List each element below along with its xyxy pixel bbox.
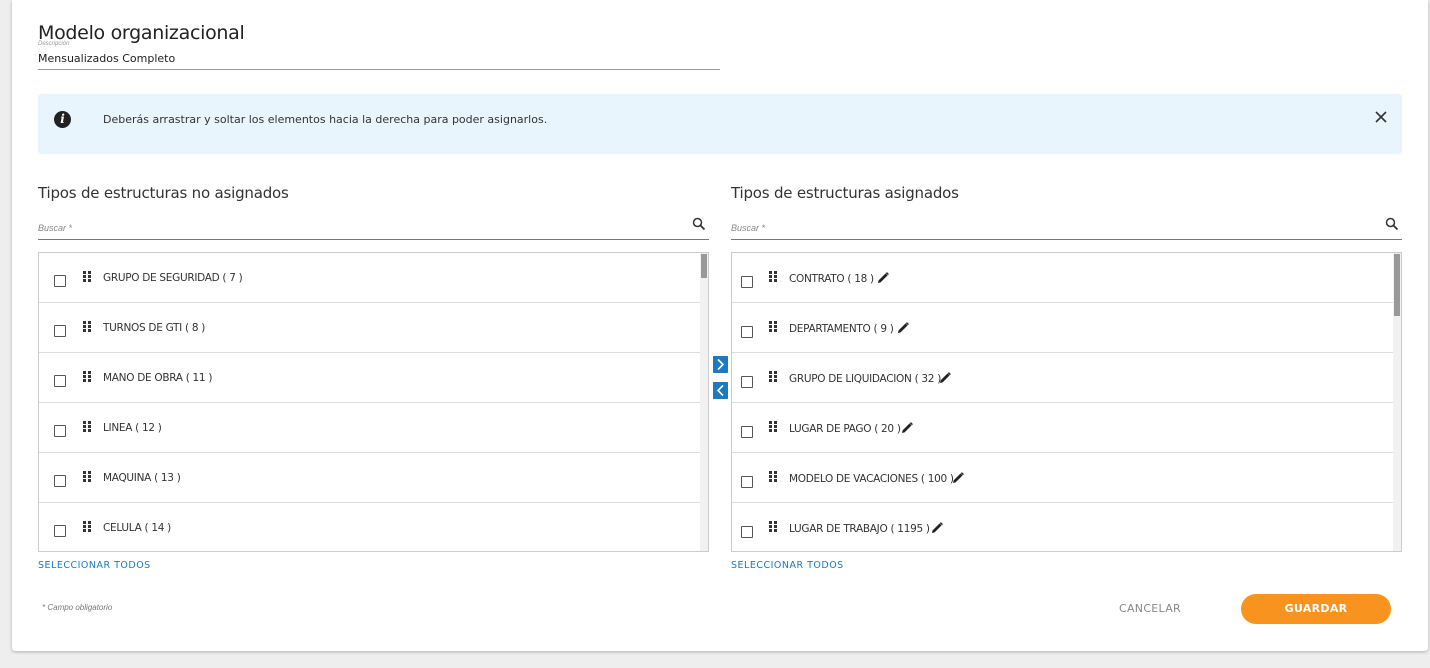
assigned-list[interactable]: CONTRATO ( 18 ) DEPARTAMENTO ( 9 ) GRUPO… [731,252,1402,552]
close-icon[interactable] [1372,108,1390,126]
item-checkbox[interactable] [54,475,66,487]
alert-message: Deberás arrastrar y soltar los elementos… [103,113,548,126]
list-item[interactable]: CELULA ( 14 ) [39,503,701,551]
item-label: GRUPO DE LIQUIDACION ( 32 ) [789,373,942,385]
drag-handle-icon[interactable] [83,371,91,382]
pencil-icon[interactable] [938,371,952,385]
list-item[interactable]: MODELO DE VACACIONES ( 100 ) [732,453,1394,503]
description-underline [38,69,720,70]
drag-handle-icon[interactable] [769,421,777,432]
item-label: TURNOS DE GTI ( 8 ) [103,322,206,334]
item-checkbox[interactable] [54,325,66,337]
unassigned-search-input[interactable]: Buscar * [38,223,72,233]
description-label: Descripción [38,41,70,47]
item-label: LUGAR DE TRABAJO ( 1195 ) [789,523,930,535]
pencil-icon[interactable] [876,271,890,285]
drag-handle-icon[interactable] [769,271,777,282]
scrollbar-thumb[interactable] [701,254,707,278]
drag-handle-icon[interactable] [83,521,91,532]
list-item[interactable]: GRUPO DE LIQUIDACION ( 32 ) [732,353,1394,403]
list-item[interactable]: LUGAR DE TRABAJO ( 1195 ) [732,503,1394,551]
list-item[interactable]: LUGAR DE PAGO ( 20 ) [732,403,1394,453]
scrollbar[interactable] [1393,253,1401,551]
drag-handle-icon[interactable] [769,471,777,482]
unassigned-title: Tipos de estructuras no asignados [38,184,289,202]
move-right-button[interactable] [713,356,728,373]
description-field[interactable]: Mensualizados Completo [38,52,175,65]
item-checkbox[interactable] [54,425,66,437]
cancel-button[interactable]: CANCELAR [1110,602,1190,615]
item-label: LUGAR DE PAGO ( 20 ) [789,423,901,435]
pencil-icon[interactable] [951,471,965,485]
item-checkbox[interactable] [741,326,753,338]
item-label: LINEA ( 12 ) [103,422,162,434]
assigned-title: Tipos de estructuras asignados [731,184,959,202]
list-item[interactable]: DEPARTAMENTO ( 9 ) [732,303,1394,353]
item-label: MODELO DE VACACIONES ( 100 ) [789,473,954,485]
item-checkbox[interactable] [741,376,753,388]
unassigned-search-underline [38,239,709,240]
item-checkbox[interactable] [741,476,753,488]
search-icon[interactable] [1385,217,1399,231]
search-icon[interactable] [692,217,706,231]
required-note: * Campo obligatorio [42,603,113,612]
item-label: MAQUINA ( 13 ) [103,472,181,484]
save-button[interactable]: GUARDAR [1241,594,1391,624]
select-all-assigned-link[interactable]: SELECCIONAR TODOS [731,560,844,571]
info-alert: i Deberás arrastrar y soltar los element… [38,94,1402,154]
list-item[interactable]: GRUPO DE SEGURIDAD ( 7 ) [39,253,701,303]
item-checkbox[interactable] [54,525,66,537]
list-item[interactable]: MAQUINA ( 13 ) [39,453,701,503]
assigned-search-underline [731,239,1402,240]
unassigned-list[interactable]: GRUPO DE SEGURIDAD ( 7 ) TURNOS DE GTI (… [38,252,709,552]
item-checkbox[interactable] [54,275,66,287]
move-left-button[interactable] [713,382,728,399]
item-checkbox[interactable] [54,375,66,387]
item-checkbox[interactable] [741,426,753,438]
item-checkbox[interactable] [741,526,753,538]
scrollbar[interactable] [700,253,708,551]
drag-handle-icon[interactable] [83,471,91,482]
pencil-icon[interactable] [896,321,910,335]
drag-handle-icon[interactable] [83,271,91,282]
pencil-icon[interactable] [900,421,914,435]
item-label: GRUPO DE SEGURIDAD ( 7 ) [103,272,243,284]
drag-handle-icon[interactable] [83,421,91,432]
list-item[interactable]: MANO DE OBRA ( 11 ) [39,353,701,403]
info-icon: i [54,111,71,128]
item-checkbox[interactable] [741,276,753,288]
drag-handle-icon[interactable] [83,321,91,332]
item-label: CELULA ( 14 ) [103,522,171,534]
drag-handle-icon[interactable] [769,371,777,382]
select-all-unassigned-link[interactable]: SELECCIONAR TODOS [38,560,151,571]
item-label: DEPARTAMENTO ( 9 ) [789,323,894,335]
scrollbar-thumb[interactable] [1394,254,1400,316]
list-item[interactable]: TURNOS DE GTI ( 8 ) [39,303,701,353]
drag-handle-icon[interactable] [769,321,777,332]
item-label: MANO DE OBRA ( 11 ) [103,372,213,384]
assigned-search-input[interactable]: Buscar * [731,223,765,233]
list-item[interactable]: LINEA ( 12 ) [39,403,701,453]
item-label: CONTRATO ( 18 ) [789,273,874,285]
pencil-icon[interactable] [930,521,944,535]
drag-handle-icon[interactable] [769,521,777,532]
list-item[interactable]: CONTRATO ( 18 ) [732,253,1394,303]
